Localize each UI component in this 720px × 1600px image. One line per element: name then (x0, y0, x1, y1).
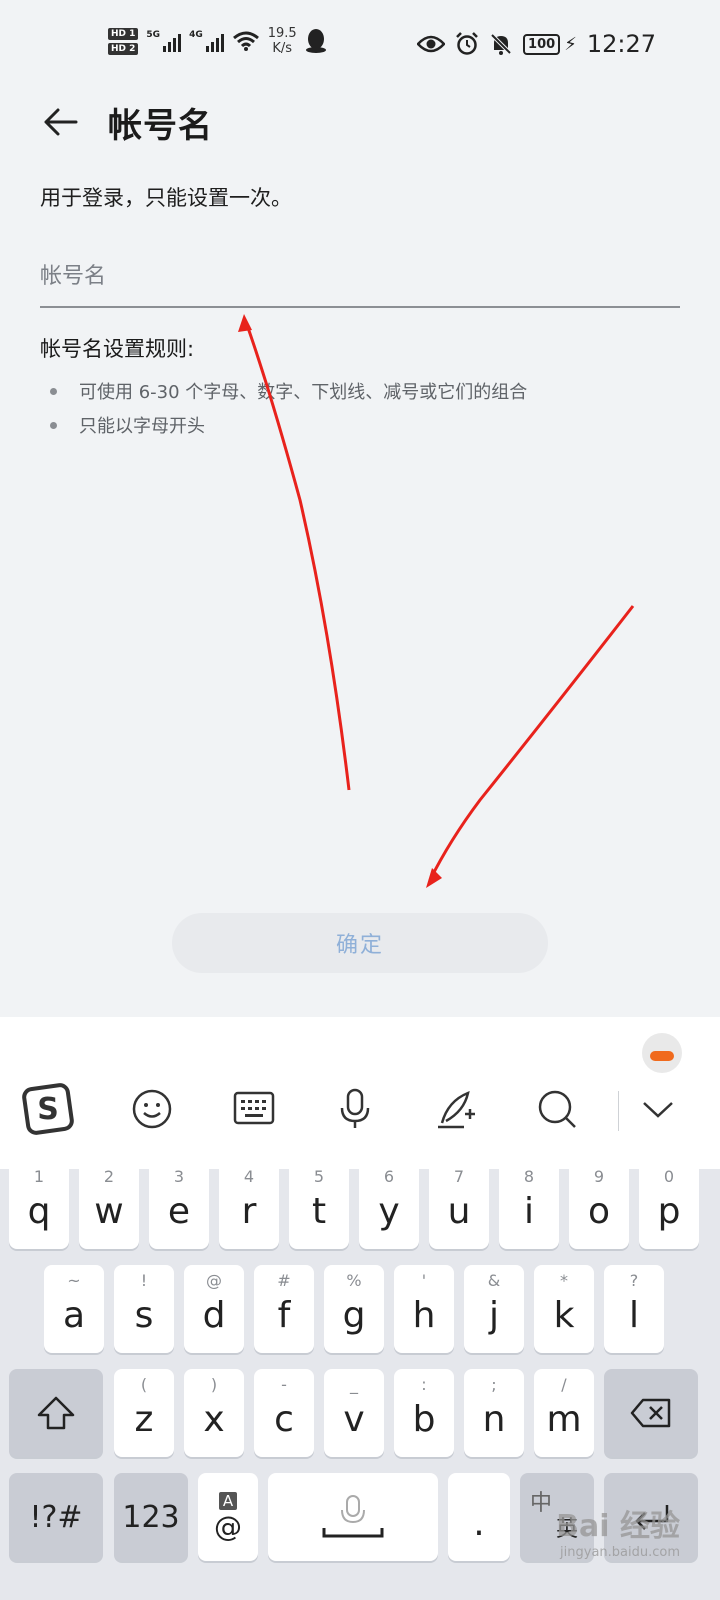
key-q[interactable]: 1q (9, 1161, 69, 1249)
wifi-icon (232, 31, 259, 51)
alarm-icon (456, 32, 478, 55)
key-s[interactable]: ! s (114, 1265, 174, 1353)
space-key[interactable] (268, 1473, 438, 1561)
handwriting-icon[interactable] (428, 1081, 484, 1137)
space-mic-icon (322, 1495, 384, 1538)
hd-indicators: HD 1 HD 2 (108, 27, 139, 55)
keyboard-toolbar: S (0, 1017, 720, 1169)
lang-label-zh: 中 (530, 1491, 553, 1516)
signal-5g-icon: 5G (146, 30, 182, 52)
key-f[interactable]: # f (254, 1265, 314, 1353)
key-l[interactable]: ? l (604, 1265, 664, 1353)
key-n[interactable]: ; n (464, 1369, 524, 1457)
microphone-icon[interactable] (327, 1081, 383, 1137)
battery-icon: 100 (523, 33, 561, 55)
key-z[interactable]: (z (114, 1369, 174, 1457)
speed-value: 19.5 (267, 26, 297, 41)
keyboard-layout-icon[interactable] (226, 1081, 282, 1137)
search-icon[interactable] (529, 1081, 585, 1137)
rule-item: 只能以字母开头 (40, 408, 527, 442)
emoji-icon[interactable] (124, 1081, 180, 1137)
mute-bell-icon (490, 33, 512, 55)
annotation-arrowhead-down (426, 868, 442, 888)
svg-text:S: S (37, 1092, 59, 1127)
chevron-down-icon[interactable] (630, 1081, 686, 1137)
baidu-jingyan-watermark: Bai 经验 jingyan.baidu.com (556, 1501, 680, 1560)
key-b[interactable]: :b (394, 1369, 454, 1457)
rules-list: 可使用 6-30 个字母、数字、下划线、减号或它们的组合 只能以字母开头 (40, 374, 527, 442)
account-name-hint: 用于登录，只能设置一次。 (40, 186, 292, 210)
signal-4g-icon: 4G (189, 30, 224, 52)
key-i[interactable]: 8i (499, 1161, 559, 1249)
key-v[interactable]: _ v (324, 1369, 384, 1457)
bullet-icon (50, 421, 57, 429)
annotation-arrow-down (428, 605, 635, 881)
qq-icon (305, 29, 326, 53)
status-right: 100 ⚡ 12:27 (417, 30, 656, 58)
hd-sim1-icon: HD 1 (108, 27, 139, 40)
sogou-logo-icon[interactable]: S (20, 1081, 76, 1137)
watermark-logo: Bai 经验 (556, 1509, 680, 1544)
backspace-icon (630, 1398, 671, 1428)
key-j[interactable]: & j (464, 1265, 524, 1353)
watermark-url: jingyan.baidu.com (560, 1545, 680, 1560)
key-r[interactable]: 4r (219, 1161, 279, 1249)
at-key-top: A (218, 1492, 238, 1510)
status-left: HD 1 HD 2 5G 4G 19.5 K/s (108, 26, 327, 56)
key-e[interactable]: 3e (149, 1161, 209, 1249)
key-y[interactable]: 6y (359, 1161, 419, 1249)
charging-icon: ⚡ (564, 33, 577, 55)
key-d[interactable]: @ d (184, 1265, 244, 1353)
hd-sim2-icon: HD 2 (108, 42, 139, 55)
confirm-button[interactable]: 确定 (172, 913, 548, 973)
key-w[interactable]: 2w (79, 1161, 139, 1249)
shift-key[interactable] (9, 1369, 103, 1457)
rule-item: 可使用 6-30 个字母、数字、下划线、减号或它们的组合 (40, 374, 527, 408)
key-m[interactable]: / m (534, 1369, 594, 1457)
numbers-key[interactable]: 123 (114, 1473, 188, 1561)
period-key[interactable]: . (448, 1473, 510, 1561)
key-k[interactable]: * k (534, 1265, 594, 1353)
at-key-label: @ (214, 1510, 242, 1543)
bullet-icon (50, 387, 57, 395)
shift-icon (37, 1396, 75, 1430)
status-bar: HD 1 HD 2 5G 4G 19.5 K/s 100 ⚡ 12:27 (0, 0, 720, 90)
key-u[interactable]: 7u (429, 1161, 489, 1249)
network-speed: 19.5 K/s (268, 26, 297, 56)
rules-title: 帐号名设置规则: (40, 337, 195, 361)
key-h[interactable]: ' h (394, 1265, 454, 1353)
key-p[interactable]: 0p (639, 1161, 699, 1249)
mascot-icon[interactable] (642, 1033, 682, 1073)
eye-icon (417, 35, 446, 53)
speed-unit: K/s (272, 41, 293, 56)
key-x[interactable]: ) x (184, 1369, 244, 1457)
symbols-key[interactable]: !?# (9, 1473, 103, 1561)
at-key[interactable]: A @ (198, 1473, 258, 1561)
key-o[interactable]: 9o (569, 1161, 629, 1249)
toolbar-divider (618, 1091, 619, 1131)
back-arrow-icon[interactable] (40, 102, 80, 142)
key-a[interactable]: ~ a (44, 1265, 104, 1353)
clock: 12:27 (586, 30, 656, 58)
account-name-input[interactable] (40, 246, 680, 308)
keyboard: S 1q 2w 3e 4r 5t 6y 7u 8i 9o 0p ~ a ! s … (0, 1017, 720, 1600)
page-title: 帐号名 (108, 106, 213, 146)
rule-text: 只能以字母开头 (79, 416, 205, 437)
backspace-key[interactable] (604, 1369, 698, 1457)
key-g[interactable]: % g (324, 1265, 384, 1353)
key-t[interactable]: 5t (289, 1161, 349, 1249)
key-c[interactable]: -c (254, 1369, 314, 1457)
rule-text: 可使用 6-30 个字母、数字、下划线、减号或它们的组合 (79, 382, 528, 403)
annotation-arrowhead-up (238, 314, 252, 332)
